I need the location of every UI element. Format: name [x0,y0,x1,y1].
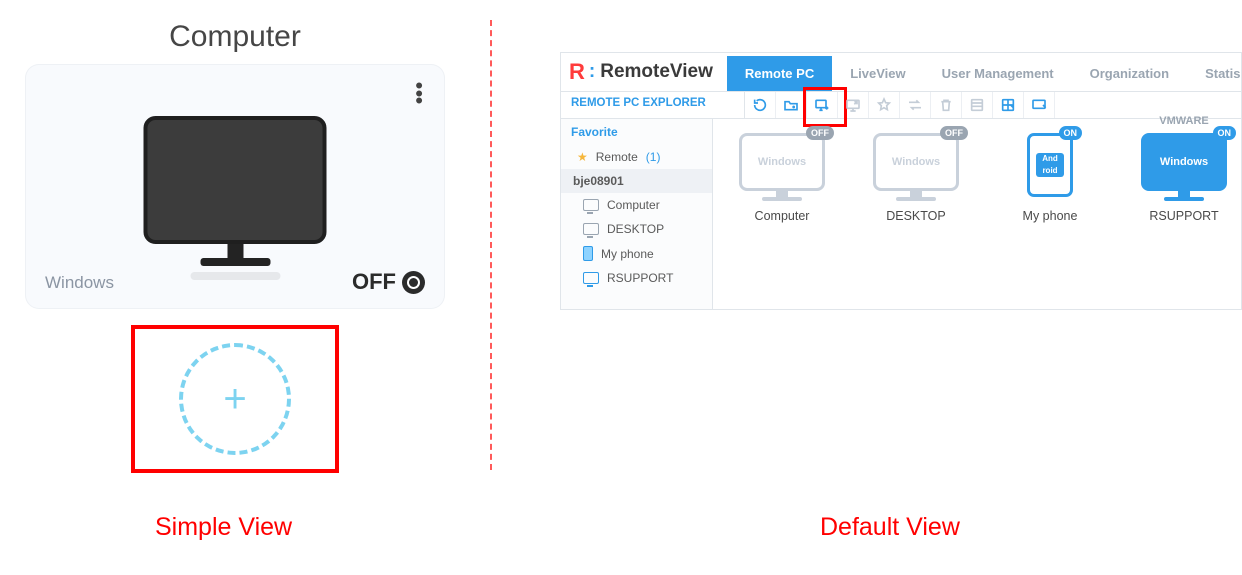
tree-label: My phone [601,247,654,261]
device-title: Computer [25,20,445,54]
star-icon: ★ [577,150,588,164]
monitor-icon [583,223,599,235]
device-phone[interactable]: And roid ON My phone [1001,133,1099,309]
device-grid: Windows OFF Computer Windows OFF DESKTOP [713,119,1241,309]
tree-label: DESKTOP [607,222,664,236]
android-icon: And roid [1036,153,1064,177]
kebab-menu-icon[interactable]: ••• [415,82,423,105]
delete-button[interactable] [931,92,962,118]
favorite-remote-group[interactable]: ★ Remote (1) [561,145,712,169]
connect-button[interactable] [838,92,869,118]
status-badge: ON [1213,126,1237,140]
sync-icon [402,271,425,294]
os-label: Windows [1160,156,1208,168]
tab-statistics[interactable]: Statis [1187,56,1242,91]
device-label: RSUPPORT [1135,209,1233,223]
add-device-button[interactable]: + [179,343,291,455]
grid-view-button[interactable] [993,92,1024,118]
status-label: OFF [352,269,425,295]
favorite-count: (1) [646,150,661,164]
favorite-button[interactable] [869,92,900,118]
device-card[interactable]: ••• Windows OFF [25,64,445,309]
remoteview-window: R : RemoteView Remote PC LiveView User M… [560,52,1242,310]
monitor-icon [144,116,327,280]
status-badge: OFF [806,126,834,140]
os-label: Windows [892,156,940,168]
status-text: OFF [352,269,396,295]
device-computer[interactable]: Windows OFF Computer [733,133,831,309]
monitor-icon: Windows ON [1141,133,1227,191]
monitor-icon: Windows OFF [739,133,825,191]
monitor-icon [583,199,599,211]
status-badge: OFF [940,126,968,140]
explorer-tree: Favorite ★ Remote (1) bje08901 Computer … [561,119,713,309]
monitor-icon: Windows OFF [873,133,959,191]
brand-r-icon: R [569,59,583,85]
tree-user-node[interactable]: bje08901 [561,169,712,193]
tab-organization[interactable]: Organization [1072,56,1187,91]
add-highlight-box: + [131,325,339,473]
tab-remote-pc[interactable]: Remote PC [727,56,832,91]
expand-button[interactable] [1024,92,1055,118]
device-label: My phone [1001,209,1099,223]
explorer-header: REMOTE PC EXPLORER [561,92,745,118]
caption-simple: Simple View [155,513,292,542]
monitor-icon [583,272,599,284]
refresh-button[interactable] [745,92,776,118]
tree-label: RSUPPORT [607,271,673,285]
vertical-divider [490,20,492,470]
caption-default: Default View [820,513,960,542]
brand-dots-icon: : [589,61,595,83]
tree-item-phone[interactable]: My phone [561,241,712,266]
favorite-name: Remote [596,150,638,164]
list-view-button[interactable] [962,92,993,118]
tree-item-desktop[interactable]: DESKTOP [561,217,712,241]
brand-logo[interactable]: R : RemoteView [561,53,727,91]
tab-user-management[interactable]: User Management [924,56,1072,91]
tree-label: Computer [607,198,660,212]
tab-liveview[interactable]: LiveView [832,56,923,91]
status-badge: ON [1059,126,1083,140]
phone-icon [583,246,593,261]
device-rsupport[interactable]: VMWARE Windows ON RSUPPORT [1135,133,1233,309]
tree-item-rsupport[interactable]: RSUPPORT [561,266,712,290]
favorite-header[interactable]: Favorite [561,119,712,145]
os-label: Windows [45,273,114,293]
add-pc-button[interactable] [807,92,838,118]
device-label: Computer [733,209,831,223]
os-label: Windows [758,156,806,168]
move-button[interactable] [900,92,931,118]
device-desktop[interactable]: Windows OFF DESKTOP [867,133,965,309]
tree-item-computer[interactable]: Computer [561,193,712,217]
device-label: DESKTOP [867,209,965,223]
phone-icon: And roid ON [1027,133,1073,197]
brand-text: RemoteView [600,61,713,83]
tree-user-label: bje08901 [573,174,624,188]
new-folder-button[interactable] [776,92,807,118]
